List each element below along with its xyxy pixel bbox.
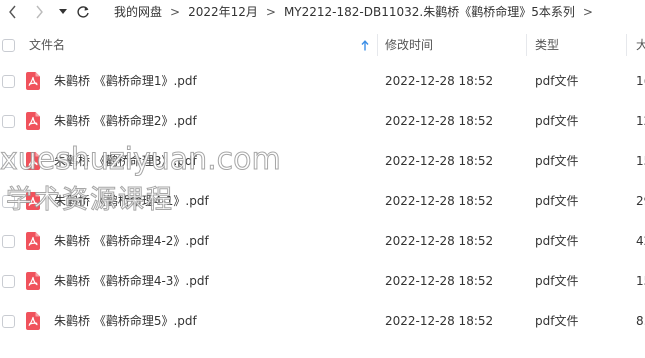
file-name[interactable]: 朱鹳桥 《鹳桥命理1》.pdf [54,61,354,101]
file-type: pdf文件 [535,154,579,168]
file-type: pdf文件 [535,314,579,328]
file-type: pdf文件 [535,194,579,208]
chevron-separator-icon: > [582,5,593,19]
file-size: 42 [636,234,645,248]
file-modified: 2022-12-28 18:52 [385,314,494,328]
row-checkbox[interactable] [2,155,15,168]
column-header-size-label: 大 [636,38,645,52]
file-modified: 2022-12-28 18:52 [385,74,494,88]
pdf-file-icon [26,112,40,130]
file-size: 8. [636,314,645,328]
file-type: pdf文件 [535,234,579,248]
file-list-header: 文件名 修改时间 类型 大 [0,30,645,60]
file-size: 1( [636,74,645,88]
file-name[interactable]: 朱鹳桥 《鹳桥命理4-2》.pdf [54,221,354,261]
column-header-modified-label: 修改时间 [385,38,434,52]
sort-ascending-icon[interactable] [361,40,369,51]
breadcrumb-item-current-folder[interactable]: MY2212-182-DB11032.朱鹳桥《鹳桥命理》5本系列 [284,5,575,19]
row-checkbox[interactable] [2,195,15,208]
row-checkbox[interactable] [2,235,15,248]
column-header-size[interactable]: 大 [636,30,645,60]
row-checkbox[interactable] [2,115,15,128]
file-row[interactable]: 朱鹳桥 《鹳桥命理4-1》.pdf 2022-12-28 18:52 pdf文件… [0,181,645,221]
file-type: pdf文件 [535,74,579,88]
column-header-name-label: 文件名 [29,38,66,52]
column-divider[interactable] [377,34,378,56]
file-name[interactable]: 朱鹳桥 《鹳桥命理2》.pdf [54,101,354,141]
pdf-file-icon [26,272,40,290]
pdf-file-icon [26,232,40,250]
breadcrumb-item-month[interactable]: 2022年12月 [188,5,258,19]
refresh-icon [77,6,89,18]
file-size: 15 [636,274,645,288]
chevron-separator-icon: > [170,5,181,19]
chevron-separator-icon: > [265,5,276,19]
chevron-right-icon [36,5,43,19]
file-modified: 2022-12-28 18:52 [385,154,494,168]
breadcrumb: 我的网盘 >2022年12月 > MY2212-182-DB11032.朱鹳桥《鹳桥命… [114,4,601,20]
file-type: pdf文件 [535,274,579,288]
refresh-button[interactable] [74,2,92,22]
file-modified: 2022-12-28 18:52 [385,114,494,128]
pdf-file-icon [26,192,40,210]
file-name[interactable]: 朱鹳桥 《鹳桥命理5》.pdf [54,301,354,341]
file-name[interactable]: 朱鹳桥 《鹳桥命理4-3》.pdf [54,261,354,301]
column-header-type-label: 类型 [535,38,560,52]
file-modified: 2022-12-28 18:52 [385,274,494,288]
column-header-name[interactable]: 文件名 [29,30,65,60]
file-size: 15 [636,154,645,168]
file-row[interactable]: 朱鹳桥 《鹳桥命理4-3》.pdf 2022-12-28 18:52 pdf文件… [0,261,645,301]
column-header-modified[interactable]: 修改时间 [385,30,433,60]
file-row[interactable]: 朱鹳桥 《鹳桥命理1》.pdf 2022-12-28 18:52 pdf文件 1… [0,61,645,101]
file-size: 12 [636,114,645,128]
chevron-left-icon [9,5,16,19]
file-name[interactable]: 朱鹳桥 《鹳桥命理3》.pdf [54,141,354,181]
breadcrumb-item-root[interactable]: 我的网盘 [114,5,162,19]
row-checkbox[interactable] [2,315,15,328]
file-modified: 2022-12-28 18:52 [385,234,494,248]
caret-down-icon [59,9,67,14]
file-row[interactable]: 朱鹳桥 《鹳桥命理2》.pdf 2022-12-28 18:52 pdf文件 1… [0,101,645,141]
pdf-file-icon [26,312,40,330]
file-size: 29 [636,194,645,208]
history-dropdown-button[interactable] [54,2,72,22]
pdf-file-icon [26,72,40,90]
pdf-file-icon [26,152,40,170]
column-divider[interactable] [626,34,627,56]
file-modified: 2022-12-28 18:52 [385,194,494,208]
row-checkbox[interactable] [2,75,15,88]
forward-button[interactable] [30,2,48,22]
column-header-type[interactable]: 类型 [535,30,559,60]
file-row[interactable]: 朱鹳桥 《鹳桥命理3》.pdf 2022-12-28 18:52 pdf文件 1… [0,141,645,181]
file-row[interactable]: 朱鹳桥 《鹳桥命理5》.pdf 2022-12-28 18:52 pdf文件 8… [0,301,645,341]
select-all-checkbox[interactable] [2,39,15,52]
file-name[interactable]: 朱鹳桥 《鹳桥命理4-1》.pdf [54,181,354,221]
navigation-bar: 我的网盘 >2022年12月 > MY2212-182-DB11032.朱鹳桥《鹳桥命… [0,0,645,24]
column-divider[interactable] [526,34,527,56]
file-row[interactable]: 朱鹳桥 《鹳桥命理4-2》.pdf 2022-12-28 18:52 pdf文件… [0,221,645,261]
file-type: pdf文件 [535,114,579,128]
row-checkbox[interactable] [2,275,15,288]
back-button[interactable] [4,2,22,22]
